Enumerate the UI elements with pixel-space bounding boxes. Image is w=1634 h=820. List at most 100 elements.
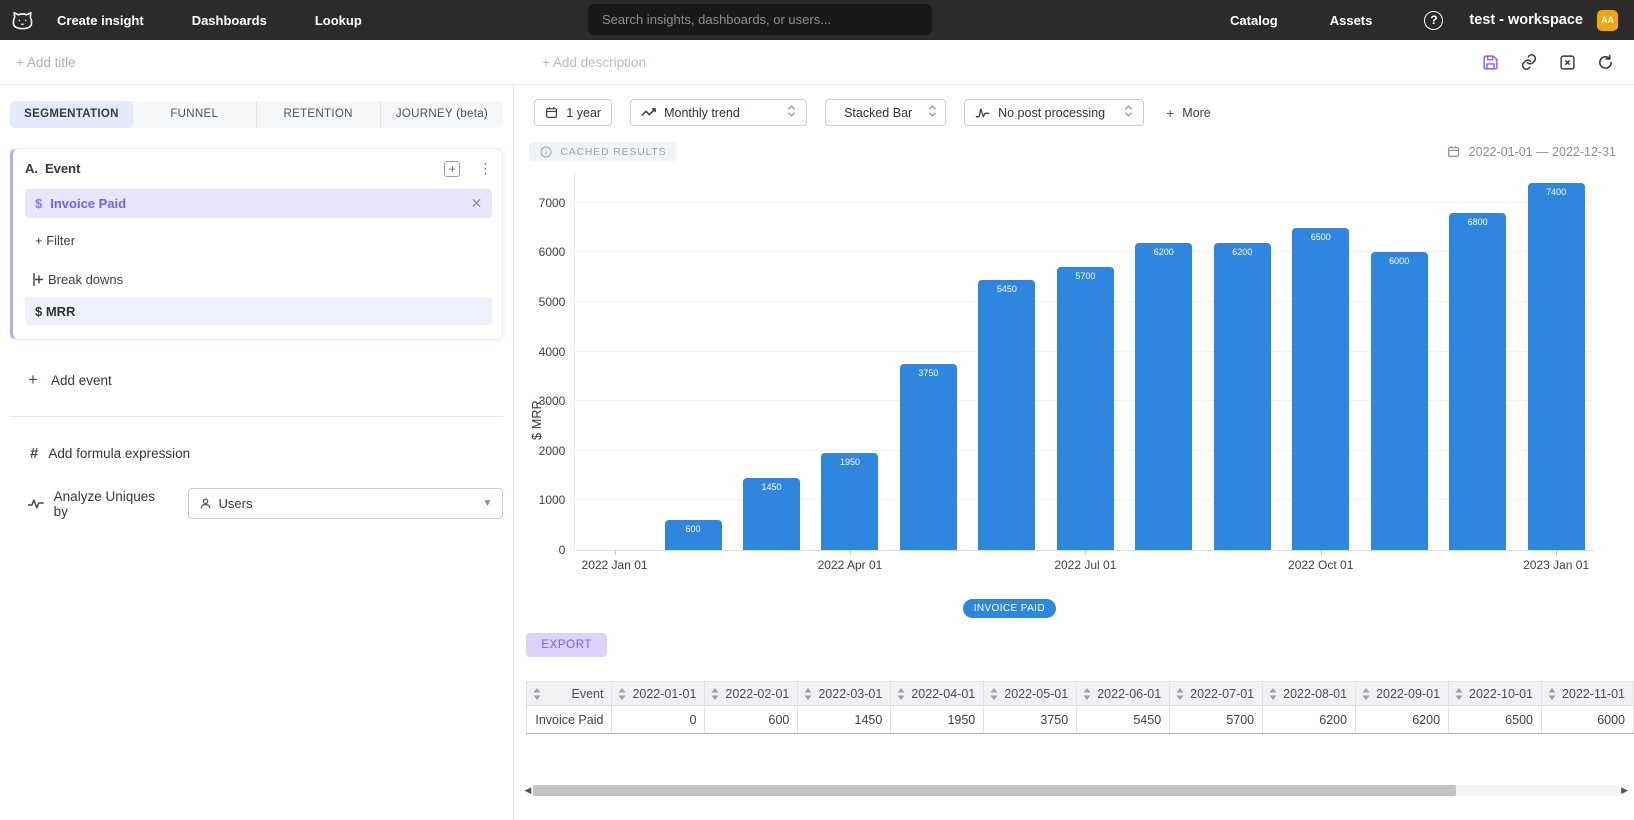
bar-2022-08-01[interactable]: 6200 (1135, 243, 1192, 550)
bar-2022-11-01[interactable]: 6000 (1371, 252, 1428, 550)
date-range-button[interactable]: 1 year (534, 99, 612, 126)
nav-lookup[interactable]: Lookup (315, 13, 362, 28)
pulse-icon (28, 497, 44, 511)
post-processing-select[interactable]: No post processing (964, 99, 1144, 126)
bar-2022-03-01[interactable]: 1450 (743, 478, 800, 550)
column-header-2022-10-01[interactable]: 2022-10-01 (1449, 682, 1542, 706)
analyze-by-value: Users (219, 496, 253, 511)
chart-toolbar: 1 year Monthly trend Stacked Bar (534, 99, 1634, 126)
tab-retention[interactable]: RETENTION (256, 101, 380, 128)
scrollbar-thumb[interactable] (533, 785, 1456, 796)
bar-2023-01-01[interactable]: 7400 (1528, 183, 1585, 550)
trend-select[interactable]: Monthly trend (630, 99, 807, 126)
column-header-2022-04-01[interactable]: 2022-04-01 (891, 682, 984, 706)
analyze-by-select[interactable]: Users ▼ (188, 488, 504, 519)
bar-2022-07-01[interactable]: 5700 (1057, 267, 1114, 550)
scroll-left-arrow-icon[interactable]: ◀ (524, 784, 531, 796)
bar-2022-05-01[interactable]: 3750 (900, 364, 957, 550)
tab-journey[interactable]: JOURNEY (beta) (380, 101, 504, 128)
column-header-2022-02-01[interactable]: 2022-02-01 (705, 682, 798, 706)
add-formula-button[interactable]: # Add formula expression (10, 445, 503, 462)
add-filter-button[interactable]: + Filter (25, 233, 492, 248)
more-options-button[interactable]: + More (1166, 105, 1211, 121)
cached-results-badge: CACHED RESULTS (529, 142, 677, 161)
event-group-letter: A. (25, 161, 38, 176)
bar-value-label: 3750 (900, 368, 957, 378)
value-cell: 6200 (1356, 706, 1449, 734)
export-button[interactable]: EXPORT (526, 633, 607, 657)
tab-funnel[interactable]: FUNNEL (133, 101, 256, 128)
bar-2022-04-01[interactable]: 1950 (821, 453, 878, 550)
scrollbar-track[interactable] (533, 785, 1619, 796)
bar-value-label: 6200 (1135, 247, 1192, 257)
column-header-2022-01-01[interactable]: 2022-01-01 (612, 682, 705, 706)
bar-2022-02-01[interactable]: 600 (665, 520, 722, 550)
scroll-right-arrow-icon[interactable]: ▶ (1621, 784, 1628, 796)
duplicate-event-icon[interactable]: + (444, 161, 460, 177)
bar-2022-12-01[interactable]: 6800 (1449, 213, 1506, 550)
column-header-2022-07-01[interactable]: 2022-07-01 (1170, 682, 1263, 706)
panel-divider (10, 416, 503, 417)
column-header-event[interactable]: Event (527, 682, 612, 706)
workspace-name[interactable]: test - workspace (1469, 12, 1583, 28)
link-icon[interactable] (1520, 53, 1538, 71)
plus-icon: + (1166, 105, 1174, 121)
bar-value-label: 1450 (743, 482, 800, 492)
column-header-2022-06-01[interactable]: 2022-06-01 (1077, 682, 1170, 706)
nav-dashboards[interactable]: Dashboards (192, 13, 267, 28)
bar-value-label: 6200 (1214, 247, 1271, 257)
column-header-2022-03-01[interactable]: 2022-03-01 (798, 682, 891, 706)
user-icon (199, 497, 212, 510)
app-logo-cat-icon[interactable] (10, 8, 35, 33)
breakdown-value-row[interactable]: $ MRR (25, 297, 492, 325)
add-event-button[interactable]: + Add event (10, 370, 503, 390)
bar-value-label: 6800 (1449, 217, 1506, 227)
y-axis-tick-label: 4000 (521, 345, 565, 359)
x-axis-tick (850, 550, 851, 555)
nav-catalog[interactable]: Catalog (1230, 13, 1278, 28)
y-axis-tick-label: 0 (521, 543, 565, 557)
value-cell: 5450 (1077, 706, 1170, 734)
value-cell: 1450 (798, 706, 891, 734)
analyze-uniques-row: Analyze Uniques by Users ▼ (10, 488, 503, 519)
event-group-card: A. Event + ⋮ $ Invoice Paid ✕ + Filter B… (10, 148, 503, 340)
column-header-2022-11-01[interactable]: 2022-11-01 (1541, 682, 1633, 706)
table-data-row: Invoice Paid0600145019503750545057006200… (527, 706, 1634, 734)
calendar-icon (545, 106, 558, 119)
chart-type-select[interactable]: Stacked Bar (825, 99, 946, 126)
bar-2022-10-01[interactable]: 6500 (1292, 228, 1349, 550)
tab-segmentation[interactable]: SEGMENTATION (10, 101, 133, 128)
column-header-2022-08-01[interactable]: 2022-08-01 (1263, 682, 1356, 706)
save-icon[interactable] (1482, 54, 1499, 71)
remove-event-icon[interactable]: ✕ (471, 195, 483, 212)
selected-event-row[interactable]: $ Invoice Paid ✕ (25, 189, 492, 218)
add-title-button[interactable]: + Add title (16, 55, 76, 70)
nav-assets[interactable]: Assets (1330, 13, 1373, 28)
table-header-row: Event2022-01-012022-02-012022-03-012022-… (527, 682, 1634, 706)
nav-right-group: Catalog Assets ? test - workspace AA (1230, 0, 1634, 40)
nav-create-insight[interactable]: Create insight (57, 13, 144, 28)
x-axis-tick-label: 2022 Jan 01 (582, 558, 648, 572)
close-box-icon[interactable] (1559, 54, 1576, 71)
refresh-icon[interactable] (1597, 54, 1614, 71)
column-header-2022-09-01[interactable]: 2022-09-01 (1356, 682, 1449, 706)
more-label: More (1182, 106, 1210, 120)
value-cell: 6000 (1541, 706, 1633, 734)
title-bar: + Add title + Add description (0, 40, 1634, 85)
add-description-button[interactable]: + Add description (542, 55, 646, 70)
table-horizontal-scrollbar[interactable]: ◀ ▶ (524, 784, 1628, 796)
search-input[interactable] (588, 4, 932, 35)
analyze-uniques-label: Analyze Uniques by (54, 489, 171, 519)
cached-results-label: CACHED RESULTS (560, 146, 666, 158)
legend-invoice-paid[interactable]: INVOICE PAID (963, 599, 1056, 618)
breakdowns-button[interactable]: Break downs (25, 272, 492, 287)
event-menu-icon[interactable]: ⋮ (478, 160, 492, 177)
help-icon[interactable]: ? (1424, 11, 1443, 30)
column-header-2022-05-01[interactable]: 2022-05-01 (984, 682, 1077, 706)
bar-2022-06-01[interactable]: 5450 (978, 280, 1035, 550)
result-date-range: 2022-01-01 — 2022-12-31 (1447, 145, 1616, 159)
bar-2022-09-01[interactable]: 6200 (1214, 243, 1271, 550)
post-processing-icon (975, 106, 990, 119)
x-axis-tick (615, 550, 616, 555)
avatar[interactable]: AA (1597, 10, 1618, 31)
